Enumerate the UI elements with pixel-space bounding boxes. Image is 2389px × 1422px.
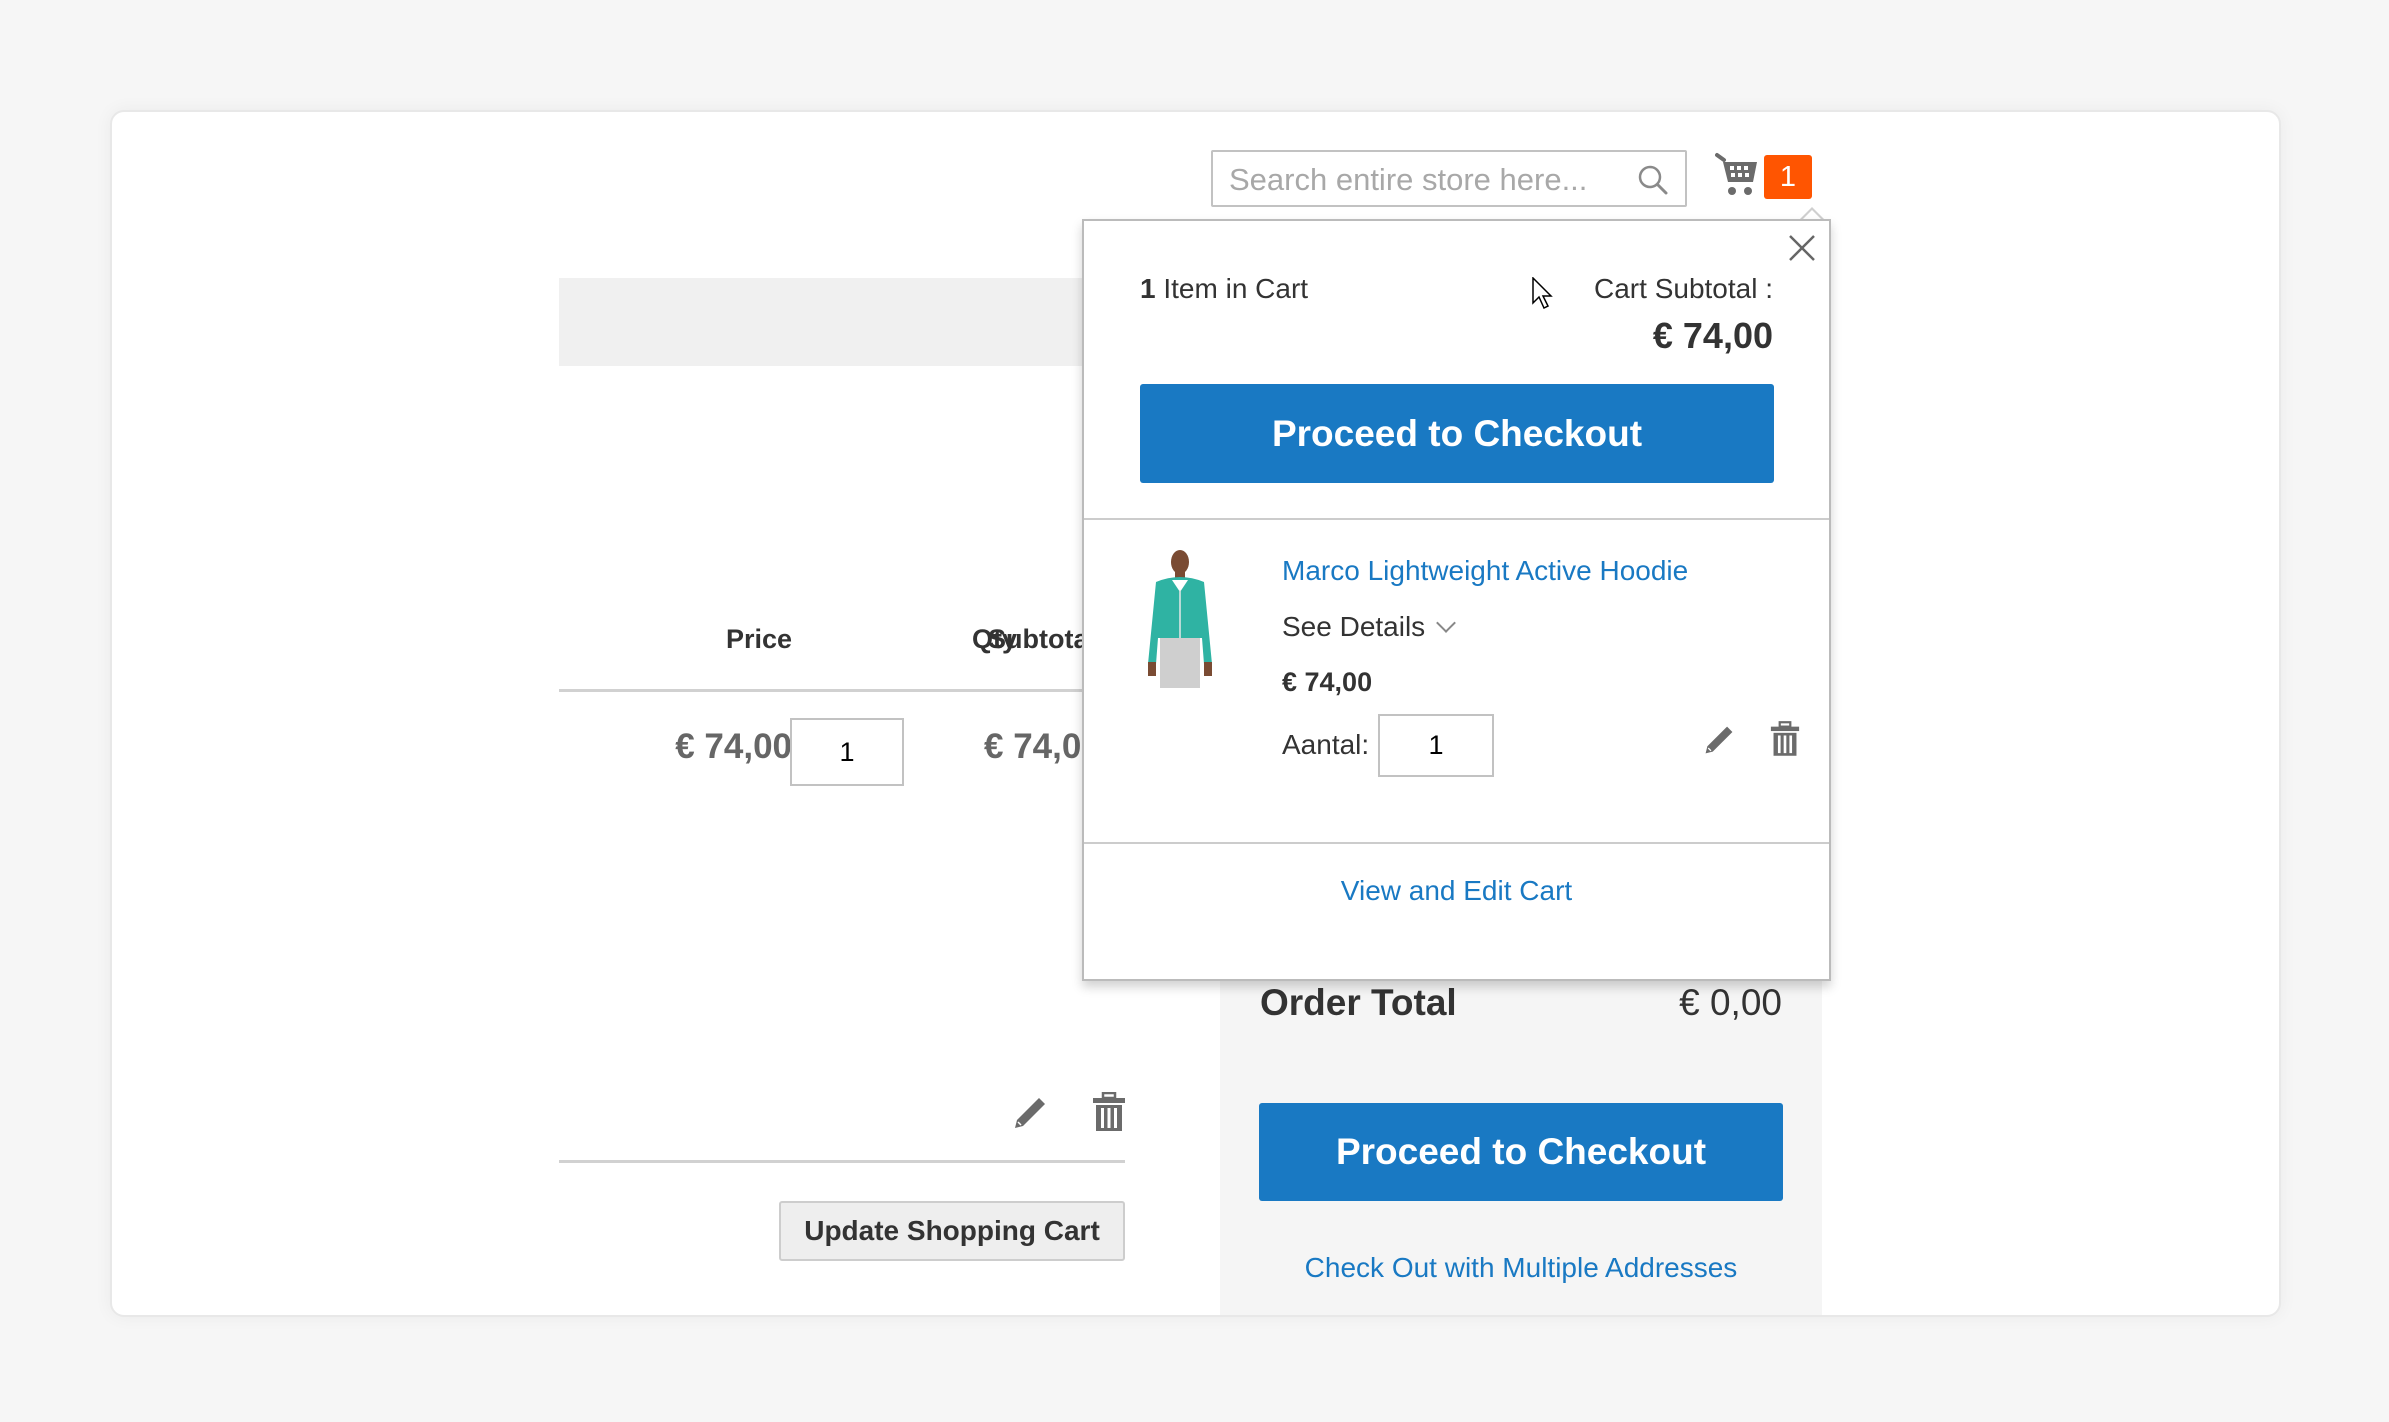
pencil-icon[interactable] bbox=[1702, 723, 1736, 757]
pencil-icon[interactable] bbox=[1011, 1094, 1049, 1132]
items-count-label: Item in Cart bbox=[1163, 273, 1309, 304]
view-edit-cart-link[interactable]: View and Edit Cart bbox=[1084, 875, 1829, 907]
update-shopping-cart-button[interactable]: Update Shopping Cart bbox=[779, 1201, 1125, 1261]
close-icon[interactable] bbox=[1787, 233, 1817, 263]
trash-icon[interactable] bbox=[1770, 719, 1800, 759]
cart-header-bar bbox=[559, 278, 1119, 366]
search-icon[interactable] bbox=[1637, 164, 1669, 196]
popup-divider bbox=[1084, 518, 1829, 520]
see-details-toggle[interactable]: See Details bbox=[1282, 611, 1457, 643]
order-total-label: Order Total bbox=[1260, 982, 1457, 1023]
column-header-price: Price bbox=[725, 624, 792, 654]
row-subtotal: € 74,0 bbox=[984, 727, 1082, 766]
proceed-to-checkout-button[interactable]: Proceed to Checkout bbox=[1259, 1103, 1783, 1201]
search-box[interactable] bbox=[1211, 150, 1687, 207]
minicart-checkout-button[interactable]: Proceed to Checkout bbox=[1140, 384, 1774, 483]
page-card: 1 Price Qty Subtota € 74,00 € 74,0 Updat… bbox=[110, 110, 2281, 1317]
column-header-subtotal: Subtota bbox=[988, 624, 1089, 654]
product-thumbnail[interactable] bbox=[1142, 546, 1218, 692]
product-name-link[interactable]: Marco Lightweight Active Hoodie bbox=[1282, 555, 1688, 587]
cart-count-badge[interactable]: 1 bbox=[1764, 155, 1812, 199]
see-details-label: See Details bbox=[1282, 611, 1426, 642]
cart-subtotal-label: Cart Subtotal : bbox=[1594, 273, 1773, 304]
popup-divider-bottom bbox=[1084, 842, 1829, 844]
shopping-cart-icon[interactable] bbox=[1715, 152, 1761, 198]
order-total-value: € 0,00 bbox=[1679, 982, 1782, 1023]
cart-subtotal-value: € 74,00 bbox=[1652, 315, 1773, 356]
search-input[interactable] bbox=[1213, 152, 1631, 207]
checkout-multiple-addresses-link[interactable]: Check Out with Multiple Addresses bbox=[1220, 1252, 1822, 1284]
table-divider-bottom bbox=[559, 1160, 1125, 1163]
trash-icon[interactable] bbox=[1092, 1092, 1126, 1132]
minicart-popup: 1 Item in Cart Cart Subtotal : € 74,00 P… bbox=[1082, 219, 1831, 981]
qty-label: Aantal: bbox=[1282, 729, 1370, 760]
row-price: € 74,00 bbox=[675, 727, 792, 766]
chevron-down-icon bbox=[1436, 613, 1457, 633]
row-qty-input[interactable] bbox=[790, 718, 904, 786]
mouse-cursor-icon bbox=[1532, 277, 1553, 310]
product-price: € 74,00 bbox=[1282, 667, 1373, 697]
minicart-qty-input[interactable] bbox=[1378, 714, 1494, 777]
items-in-cart: 1 Item in Cart bbox=[1140, 273, 1308, 305]
items-count-number: 1 bbox=[1140, 273, 1156, 304]
